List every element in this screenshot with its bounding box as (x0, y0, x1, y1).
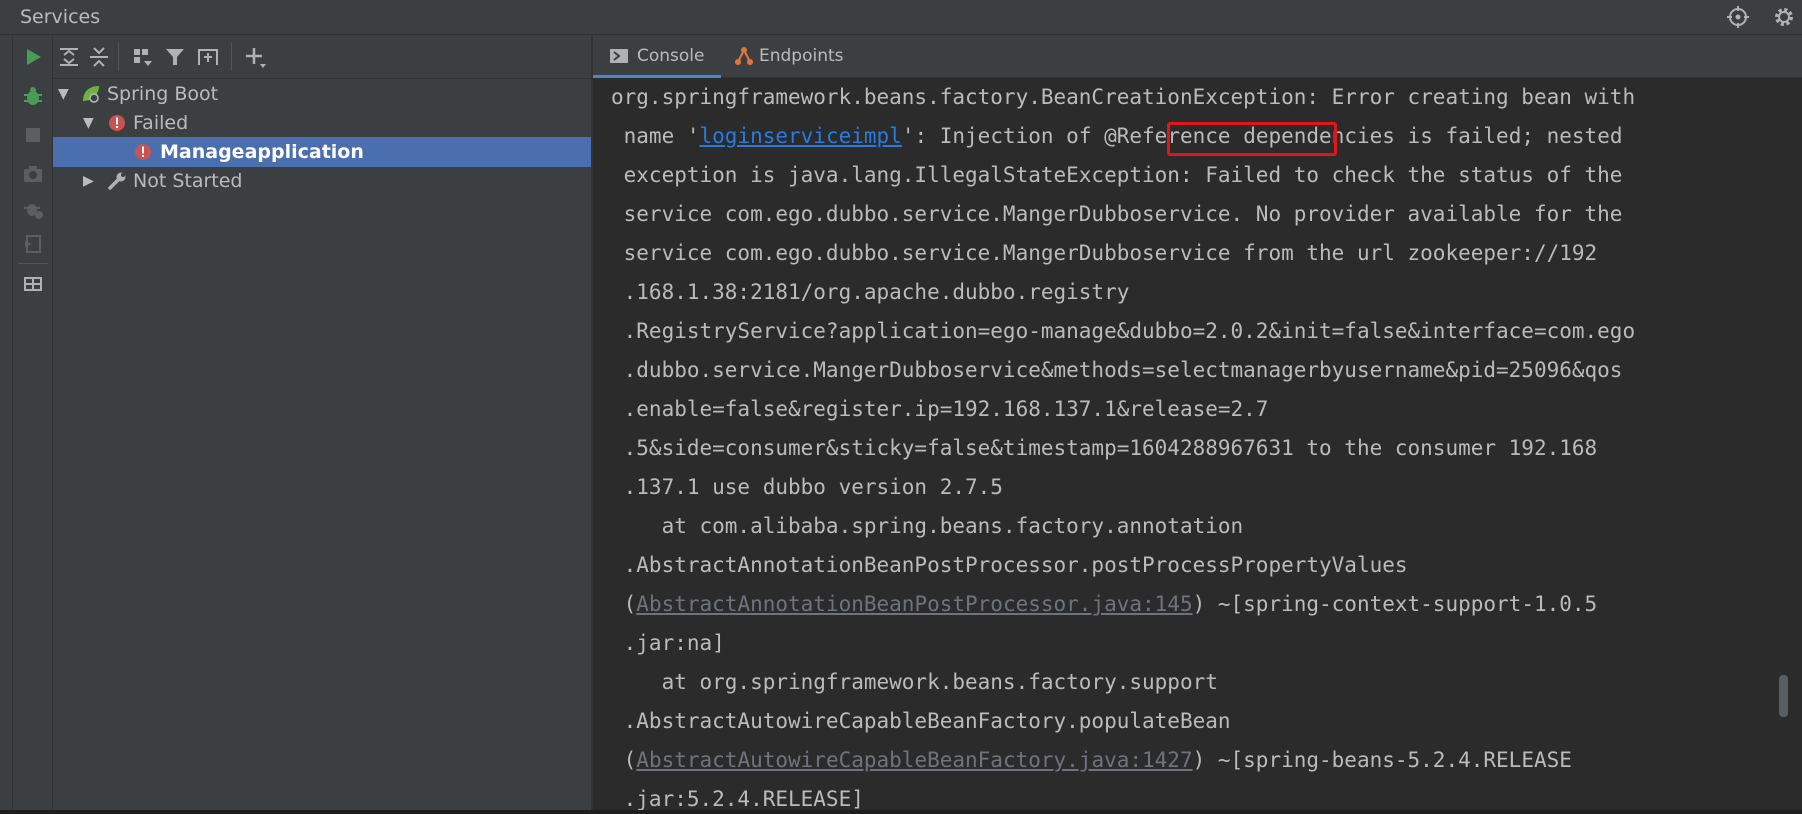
snapshot-icon[interactable] (22, 163, 44, 185)
tree-node-failed[interactable]: ▼ Failed (53, 108, 591, 138)
console-text: ( (611, 592, 637, 616)
console-text: name ' (611, 124, 700, 148)
bug-icon[interactable] (22, 198, 44, 220)
login-icon[interactable] (22, 233, 44, 255)
console-line: exception is java.lang.IllegalStateExcep… (611, 163, 1623, 187)
filter-icon[interactable] (163, 45, 187, 69)
tree-node-not-started[interactable]: ▶ Not Started (53, 166, 591, 196)
console-line: .dubbo.service.MangerDubboservice&method… (611, 358, 1623, 382)
add-icon[interactable] (243, 45, 267, 69)
debug-icon[interactable] (22, 85, 44, 107)
tree-toolbar (53, 35, 591, 79)
console-line: name 'loginserviceimpl': Injection of @R… (611, 117, 1623, 156)
tree-label-spring-boot: Spring Boot (107, 83, 219, 105)
endpoints-icon (735, 47, 753, 65)
tree-label-manageapplication: Manageapplication (160, 141, 364, 163)
services-tree-panel: ▼ Spring Boot ▼ Failed Manageapplication… (53, 35, 591, 814)
tree-node-manageapplication[interactable]: Manageapplication (53, 137, 591, 167)
collapse-all-icon[interactable] (87, 45, 111, 69)
console-scrollbar[interactable] (1779, 675, 1788, 717)
source-link[interactable]: AbstractAutowireCapableBeanFactory.java:… (636, 748, 1192, 772)
console-line: service com.ego.dubbo.service.MangerDubb… (611, 241, 1598, 265)
error-icon (109, 115, 125, 131)
run-icon[interactable] (22, 46, 44, 68)
settings-gear-icon[interactable] (1772, 5, 1796, 29)
console-line: at org.springframework.beans.factory.sup… (611, 670, 1218, 694)
spring-boot-icon (83, 86, 99, 103)
tab-endpoints-label: Endpoints (759, 46, 844, 66)
error-icon (135, 144, 151, 160)
console-line: .137.1 use dubbo version 2.7.5 (611, 475, 1003, 499)
console-line: .AbstractAutowireCapableBeanFactory.popu… (611, 709, 1231, 733)
stop-icon[interactable] (22, 124, 44, 146)
loginserviceimpl-link[interactable]: loginserviceimpl (700, 124, 902, 148)
console-line: .enable=false&register.ip=192.168.137.1&… (611, 397, 1269, 421)
expand-arrow-icon[interactable]: ▼ (58, 79, 69, 109)
toolbar-separator (18, 263, 48, 264)
tab-console-label: Console (637, 46, 705, 66)
console-text: ( (611, 748, 637, 772)
group-icon[interactable] (131, 45, 155, 69)
target-icon[interactable] (1726, 5, 1750, 29)
console-text: ) ~[spring-context-support-1.0.5 (1192, 592, 1598, 616)
tab-endpoints[interactable]: Endpoints (726, 35, 856, 78)
highlight-box (1167, 122, 1337, 156)
source-link[interactable]: AbstractAnnotationBeanPostProcessor.java… (636, 592, 1192, 616)
new-tab-icon[interactable] (196, 45, 220, 69)
tree-node-spring-boot[interactable]: ▼ Spring Boot (53, 79, 591, 109)
console-panel: Console Endpoints org.springframework.be… (593, 35, 1802, 814)
expand-all-icon[interactable] (57, 45, 81, 69)
layout-icon[interactable] (22, 273, 44, 295)
services-side-toolbar (13, 35, 53, 814)
left-tool-strip (0, 35, 13, 814)
console-line: org.springframework.beans.factory.BeanCr… (611, 85, 1636, 109)
tab-console[interactable]: Console (593, 35, 721, 78)
console-line: .RegistryService?application=ego-manage&… (611, 319, 1636, 343)
console-line: .jar:na] (611, 631, 725, 655)
console-tab-bar: Console Endpoints (593, 35, 1802, 78)
console-line: .jar:5.2.4.RELEASE] (611, 787, 864, 811)
console-text: ) ~[spring-beans-5.2.4.RELEASE (1192, 748, 1572, 772)
console-line: at com.alibaba.spring.beans.factory.anno… (611, 514, 1244, 538)
console-line: .5&side=consumer&sticky=false&timestamp=… (611, 436, 1598, 460)
toolbar-separator (118, 43, 119, 71)
toolbar-separator (231, 43, 232, 71)
console-line: (AbstractAnnotationBeanPostProcessor.jav… (611, 585, 1598, 624)
title-bar: Services (0, 0, 1802, 35)
console-text: ': Injection of (901, 124, 1105, 148)
expand-arrow-icon[interactable]: ▼ (83, 108, 94, 138)
console-line: (AbstractAutowireCapableBeanFactory.java… (611, 741, 1572, 780)
console-line: service com.ego.dubbo.service.MangerDubb… (611, 202, 1623, 226)
console-icon (610, 49, 628, 63)
collapse-arrow-icon[interactable]: ▶ (83, 166, 94, 196)
console-line: .AbstractAnnotationBeanPostProcessor.pos… (611, 553, 1408, 577)
console-line: .168.1.38:2181/org.apache.dubbo.registry (611, 280, 1130, 304)
bottom-border (0, 810, 1802, 814)
wrench-icon (108, 172, 126, 190)
window-title: Services (20, 6, 101, 28)
tree-label-not-started: Not Started (133, 170, 243, 192)
tree-label-failed: Failed (133, 112, 189, 134)
